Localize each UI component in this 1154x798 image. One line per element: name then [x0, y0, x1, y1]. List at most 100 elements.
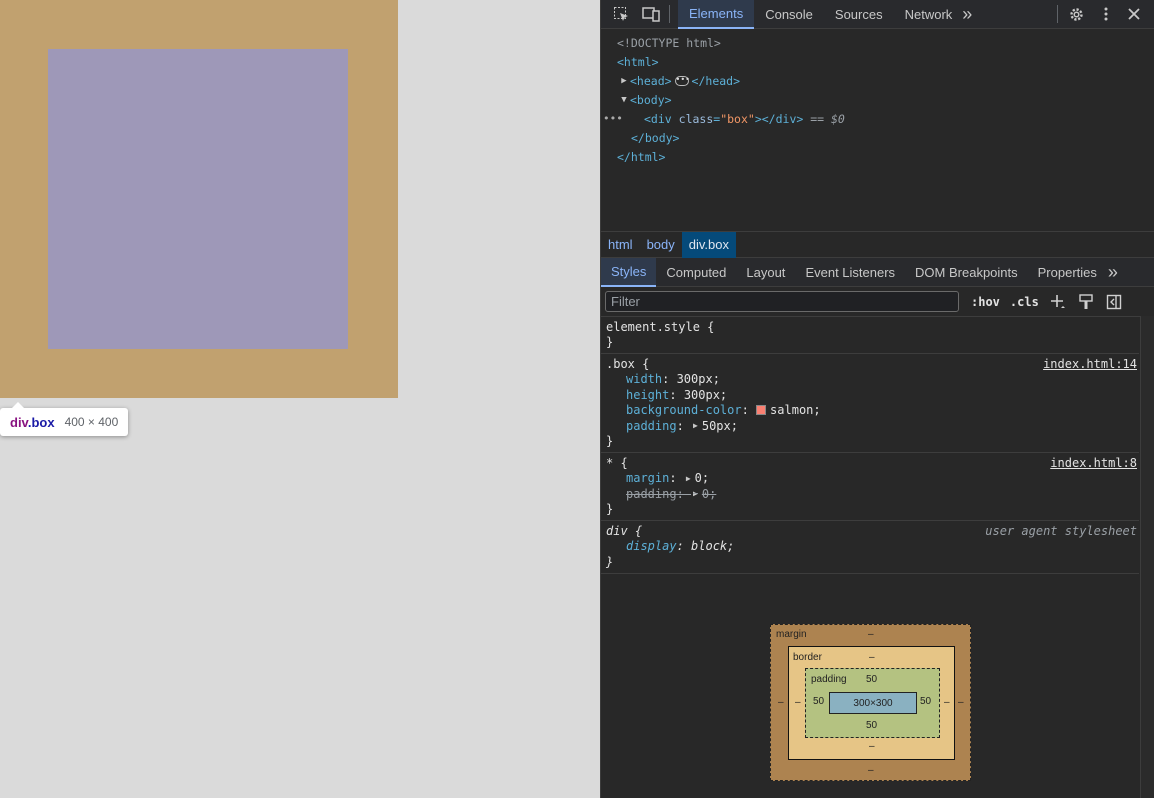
tab-network[interactable]: Network: [894, 0, 964, 29]
decl-height[interactable]: height: 300px;: [606, 387, 1139, 403]
border-top-value[interactable]: –: [869, 652, 875, 663]
padding-left-value[interactable]: 50: [813, 696, 824, 707]
dom-div-line-selected[interactable]: ••• <div class = "box" ></div> == $0: [601, 109, 1154, 128]
dom-html-close-line[interactable]: </html>: [601, 147, 1154, 166]
expand-triangle-down-icon[interactable]: ▼: [618, 95, 630, 105]
margin-right-value[interactable]: –: [958, 697, 964, 708]
rule-div-user-agent[interactable]: user agent stylesheet div { display: blo…: [601, 521, 1139, 574]
dom-head-line[interactable]: ▶ <head> ••• </head>: [601, 71, 1154, 90]
universal-close: }: [606, 502, 614, 517]
decl-value[interactable]: 50px;: [702, 419, 738, 433]
border-bottom-value[interactable]: –: [869, 741, 875, 752]
decl-prop[interactable]: display: [626, 539, 677, 553]
padding-bottom-value[interactable]: 50: [866, 720, 877, 731]
padding-top-value[interactable]: 50: [866, 674, 877, 685]
decl-value[interactable]: salmon;: [770, 403, 821, 417]
collapsed-content-ellipsis-icon[interactable]: •••: [674, 75, 690, 86]
close-devtools-icon[interactable]: [1124, 4, 1144, 24]
tab-console[interactable]: Console: [754, 0, 824, 29]
styles-filter-bar: :hov .cls: [601, 287, 1154, 317]
breadcrumb-html[interactable]: html: [601, 232, 640, 258]
margin-top-value[interactable]: –: [868, 629, 874, 640]
tab-properties[interactable]: Properties: [1028, 258, 1107, 287]
div-attr-name: class: [678, 111, 714, 126]
dom-html-line[interactable]: <html>: [601, 52, 1154, 71]
decl-value[interactable]: 0;: [695, 471, 709, 485]
expand-triangle-right-icon[interactable]: ▶: [618, 76, 630, 86]
tab-computed[interactable]: Computed: [656, 258, 736, 287]
toolbar-divider-right: [1057, 5, 1058, 23]
breadcrumb-div-box[interactable]: div.box: [681, 231, 736, 258]
box-model-margin[interactable]: margin – – – – border – – – – padding 50…: [770, 624, 971, 781]
box-model-padding[interactable]: padding 50 50 50 50 300×300: [805, 668, 940, 738]
rule-universal-source-link[interactable]: index.html:8: [1050, 456, 1137, 470]
styles-scrollbar[interactable]: [1140, 316, 1154, 798]
rule-box-source-link[interactable]: index.html:14: [1043, 357, 1137, 371]
tab-event-listeners[interactable]: Event Listeners: [795, 258, 905, 287]
tab-sources[interactable]: Sources: [824, 0, 894, 29]
devtools-panel: Elements Console Sources Network » <!DOC…: [600, 0, 1154, 798]
expand-shorthand-triangle-icon[interactable]: ▶: [693, 489, 698, 498]
decl-prop[interactable]: margin: [626, 471, 669, 485]
expand-shorthand-triangle-icon[interactable]: ▶: [686, 474, 691, 483]
decl-prop[interactable]: width: [626, 372, 662, 386]
border-label: border: [793, 652, 822, 663]
decl-padding-overridden[interactable]: padding: ▶ 0;: [606, 486, 1139, 502]
tooltip-class: .box: [27, 414, 55, 430]
rule-universal[interactable]: index.html:8 * { margin: ▶ 0; padding: ▶ 0…: [601, 453, 1139, 521]
toggle-sidebar-icon[interactable]: [1105, 293, 1123, 311]
decl-margin[interactable]: margin: ▶ 0;: [606, 471, 1139, 487]
decl-colon: :: [669, 387, 684, 402]
border-left-value[interactable]: –: [795, 697, 801, 708]
decl-value[interactable]: 300px;: [677, 372, 720, 386]
expand-shorthand-triangle-icon[interactable]: ▶: [693, 421, 698, 430]
dom-body-close-line[interactable]: </body>: [601, 128, 1154, 147]
attr-equals: =: [713, 111, 721, 126]
doctype-text: <!DOCTYPE html>: [617, 35, 721, 50]
box-model-border[interactable]: border – – – – padding 50 50 50 50 300×3…: [788, 646, 955, 760]
color-swatch-icon[interactable]: [756, 405, 767, 416]
tab-elements[interactable]: Elements: [678, 0, 755, 29]
decl-value[interactable]: 300px;: [684, 388, 727, 402]
border-right-value[interactable]: –: [944, 697, 950, 708]
element-style-selector[interactable]: element.style {: [606, 319, 1139, 335]
more-options-kebab-icon[interactable]: [1096, 4, 1116, 24]
html-open-tag: <html>: [617, 54, 659, 69]
decl-display[interactable]: display: block;: [606, 539, 1139, 555]
dom-doctype-line[interactable]: <!DOCTYPE html>: [601, 33, 1154, 52]
margin-left-value[interactable]: –: [778, 697, 784, 708]
more-tabs-icon[interactable]: »: [957, 4, 977, 24]
rule-element-style[interactable]: element.style { }: [601, 317, 1139, 354]
highlighted-box-padding[interactable]: [0, 0, 398, 398]
highlighted-box-content[interactable]: [48, 49, 348, 349]
more-subtabs-icon[interactable]: »: [1103, 262, 1123, 282]
decl-padding[interactable]: padding: ▶ 50px;: [606, 418, 1139, 434]
dom-tree: <!DOCTYPE html> <html> ▶ <head> ••• </head>…: [601, 29, 1154, 231]
styles-filter-input[interactable]: [605, 291, 959, 312]
hov-toggle-button[interactable]: :hov: [971, 295, 1000, 309]
decl-prop[interactable]: padding: [626, 487, 677, 501]
paint-brush-icon[interactable]: [1077, 293, 1095, 311]
tab-layout[interactable]: Layout: [736, 258, 795, 287]
breadcrumb-body[interactable]: body: [640, 232, 682, 258]
tab-dom-breakpoints[interactable]: DOM Breakpoints: [905, 258, 1028, 287]
decl-value[interactable]: 0;: [702, 487, 716, 501]
rule-box[interactable]: index.html:14 .box { width: 300px; heigh…: [601, 354, 1139, 453]
new-style-rule-plus-icon[interactable]: [1049, 293, 1067, 311]
tab-styles[interactable]: Styles: [601, 257, 657, 287]
device-toolbar-icon[interactable]: [641, 4, 661, 24]
decl-width[interactable]: width: 300px;: [606, 372, 1139, 388]
inspect-element-icon[interactable]: [611, 4, 631, 24]
decl-value[interactable]: block;: [691, 539, 734, 553]
decl-prop[interactable]: padding: [626, 419, 677, 433]
decl-prop[interactable]: height: [626, 388, 669, 402]
dom-body-line[interactable]: ▼ <body>: [601, 90, 1154, 109]
margin-bottom-value[interactable]: –: [868, 765, 874, 776]
decl-background-color[interactable]: background-color: salmon;: [606, 403, 1139, 419]
decl-prop[interactable]: background-color: [626, 403, 742, 417]
row-actions-ellipsis-icon[interactable]: •••: [603, 112, 623, 125]
cls-toggle-button[interactable]: .cls: [1010, 295, 1039, 309]
box-model-content[interactable]: 300×300: [829, 692, 917, 714]
padding-right-value[interactable]: 50: [920, 696, 931, 707]
settings-gear-icon[interactable]: [1066, 4, 1086, 24]
